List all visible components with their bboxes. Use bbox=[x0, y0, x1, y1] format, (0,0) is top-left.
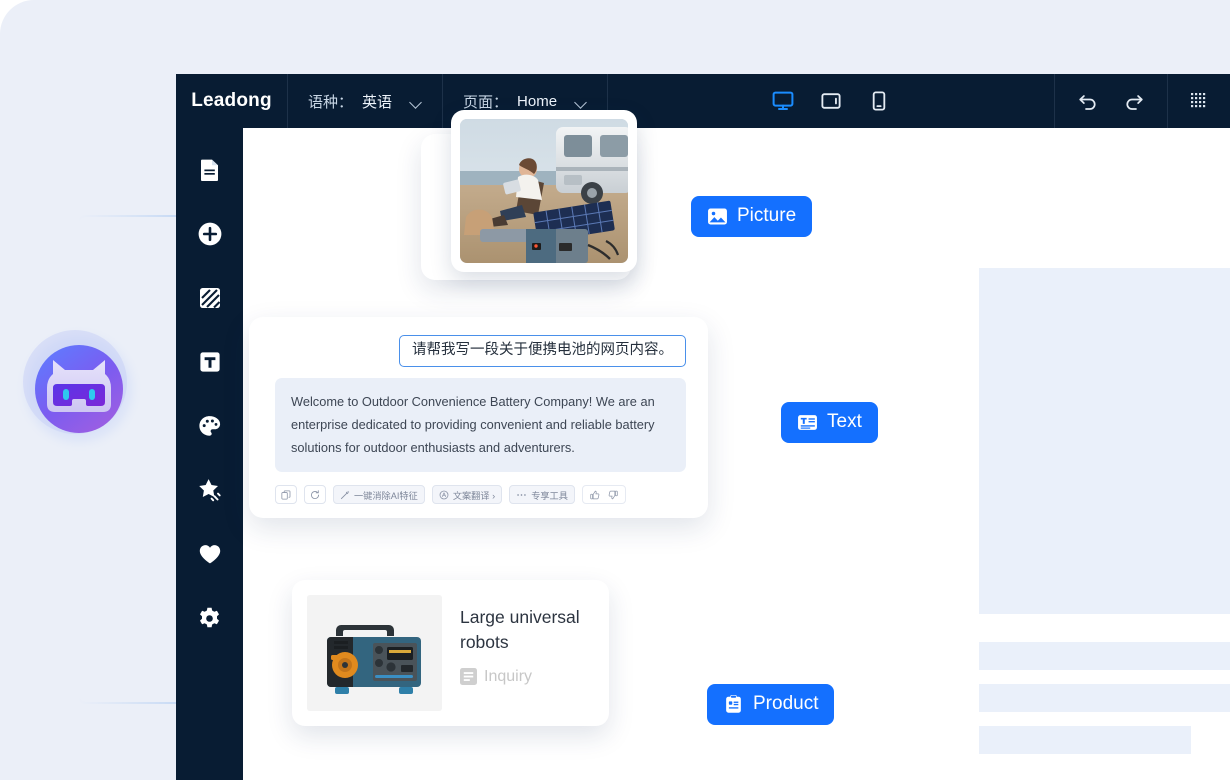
translate-icon bbox=[439, 490, 449, 500]
exclusive-tools-label: 专享工具 bbox=[531, 490, 568, 501]
language-value: 英语 bbox=[362, 93, 393, 111]
grid-group bbox=[1168, 74, 1230, 128]
text-t-icon bbox=[199, 352, 220, 372]
product-info: Large universal robots Inquiry bbox=[460, 595, 594, 711]
placeholder-bar-3 bbox=[979, 726, 1191, 754]
camping-scene-image bbox=[460, 119, 628, 263]
language-label: 语种： bbox=[308, 93, 354, 111]
text-generation-card: 请帮我写一段关于便携电池的网页内容。 Welcome to Outdoor Co… bbox=[249, 317, 708, 518]
star-sparkle-icon bbox=[198, 479, 221, 502]
phone-icon bbox=[872, 91, 886, 111]
grid-dots-icon bbox=[1191, 93, 1206, 108]
history-group bbox=[1055, 74, 1167, 128]
thumbs-up-icon bbox=[590, 490, 600, 500]
product-inquiry-label: Inquiry bbox=[484, 667, 533, 685]
rail-item-add-section[interactable] bbox=[196, 220, 224, 248]
gear-icon bbox=[200, 607, 219, 627]
app-root: Leadong 语种： 英语 页面： Home 请帮我写一段关于便携电池的网页内… bbox=[0, 0, 1230, 780]
redo-icon bbox=[1126, 95, 1143, 110]
refresh-icon bbox=[311, 490, 320, 499]
product-thumbnail bbox=[307, 595, 442, 711]
copy-button[interactable] bbox=[275, 485, 297, 505]
rail-item-ai-magic[interactable] bbox=[196, 476, 224, 504]
rail-item-pages[interactable] bbox=[196, 156, 224, 184]
list-icon bbox=[460, 668, 477, 686]
image-icon bbox=[708, 208, 727, 224]
badge-picture[interactable]: Picture bbox=[691, 196, 813, 237]
top-toolbar: Leadong 语种： 英语 页面： Home bbox=[176, 74, 1230, 128]
badge-text-label: Text bbox=[827, 411, 862, 432]
copy-translate-button[interactable]: 文案翻译 › bbox=[431, 485, 503, 505]
redo-button[interactable] bbox=[1123, 91, 1145, 111]
grid-button[interactable] bbox=[1190, 92, 1208, 110]
placeholder-bar-2 bbox=[979, 684, 1230, 712]
message-tools: 一键消除AI特征 文案翻译 › 专享工具 bbox=[275, 485, 686, 505]
undo-button[interactable] bbox=[1077, 91, 1099, 111]
page-label: 页面： bbox=[463, 93, 509, 111]
plus-circle-icon bbox=[198, 222, 221, 246]
chevron-down-icon bbox=[576, 98, 587, 105]
heart-icon bbox=[199, 545, 220, 564]
palette-icon bbox=[199, 415, 221, 436]
rail-item-theme[interactable] bbox=[196, 412, 224, 440]
thumbs-down-icon bbox=[608, 490, 618, 500]
badge-text[interactable]: Text bbox=[781, 402, 878, 443]
rail-item-media[interactable] bbox=[196, 284, 224, 312]
rail-item-text[interactable] bbox=[196, 348, 224, 376]
tablet-view-button[interactable] bbox=[818, 88, 844, 114]
monitor-icon bbox=[772, 91, 794, 110]
brand-logo[interactable]: Leadong bbox=[176, 74, 288, 128]
picture-thumbnail bbox=[460, 119, 628, 263]
tablet-icon bbox=[821, 93, 841, 109]
badge-product-label: Product bbox=[753, 693, 819, 714]
prompt-row: 请帮我写一段关于便携电池的网页内容。 bbox=[275, 335, 686, 367]
generator-image bbox=[307, 595, 442, 711]
ai-assistant-mascot[interactable] bbox=[12, 322, 146, 456]
remove-ai-traits-button[interactable]: 一键消除AI特征 bbox=[333, 485, 425, 505]
copy-translate-label: 文案翻译 › bbox=[452, 490, 496, 501]
product-inquiry-button[interactable]: Inquiry bbox=[460, 668, 594, 686]
language-selector[interactable]: 语种： 英语 bbox=[288, 74, 444, 128]
chevron-down-icon bbox=[411, 98, 422, 105]
product-card[interactable]: Large universal robots Inquiry bbox=[292, 580, 609, 726]
ai-answer-text: Welcome to Outdoor Convenience Battery C… bbox=[275, 377, 686, 473]
prompt-input[interactable]: 请帮我写一段关于便携电池的网页内容。 bbox=[399, 335, 686, 367]
wand-icon bbox=[340, 490, 350, 499]
mascot-avatar bbox=[15, 325, 143, 453]
exclusive-tools-button[interactable]: 专享工具 bbox=[509, 485, 575, 505]
regenerate-button[interactable] bbox=[304, 485, 326, 505]
document-icon bbox=[200, 159, 218, 181]
image-pattern-icon bbox=[199, 288, 220, 309]
badge-product[interactable]: Product bbox=[707, 684, 835, 725]
rail-item-favorites[interactable] bbox=[196, 540, 224, 568]
badge-picture-label: Picture bbox=[737, 205, 797, 226]
undo-icon bbox=[1079, 95, 1096, 110]
rail-item-settings[interactable] bbox=[196, 604, 224, 632]
text-block-icon bbox=[798, 414, 817, 430]
picture-card[interactable] bbox=[451, 110, 637, 272]
clipboard-icon bbox=[726, 694, 741, 713]
product-title: Large universal robots bbox=[460, 607, 580, 653]
feedback-buttons[interactable] bbox=[581, 485, 626, 505]
placeholder-hero-block bbox=[979, 268, 1230, 614]
ellipsis-icon bbox=[517, 494, 526, 496]
toolbar-spacer-right bbox=[892, 74, 1054, 128]
page-value: Home bbox=[517, 92, 558, 110]
remove-ai-traits-label: 一键消除AI特征 bbox=[354, 490, 418, 501]
desktop-view-button[interactable] bbox=[770, 88, 796, 114]
copy-icon bbox=[281, 490, 291, 500]
device-preview-group bbox=[770, 74, 892, 128]
mobile-view-button[interactable] bbox=[866, 88, 892, 114]
left-icon-rail bbox=[176, 128, 243, 780]
placeholder-bar-1 bbox=[979, 642, 1230, 670]
